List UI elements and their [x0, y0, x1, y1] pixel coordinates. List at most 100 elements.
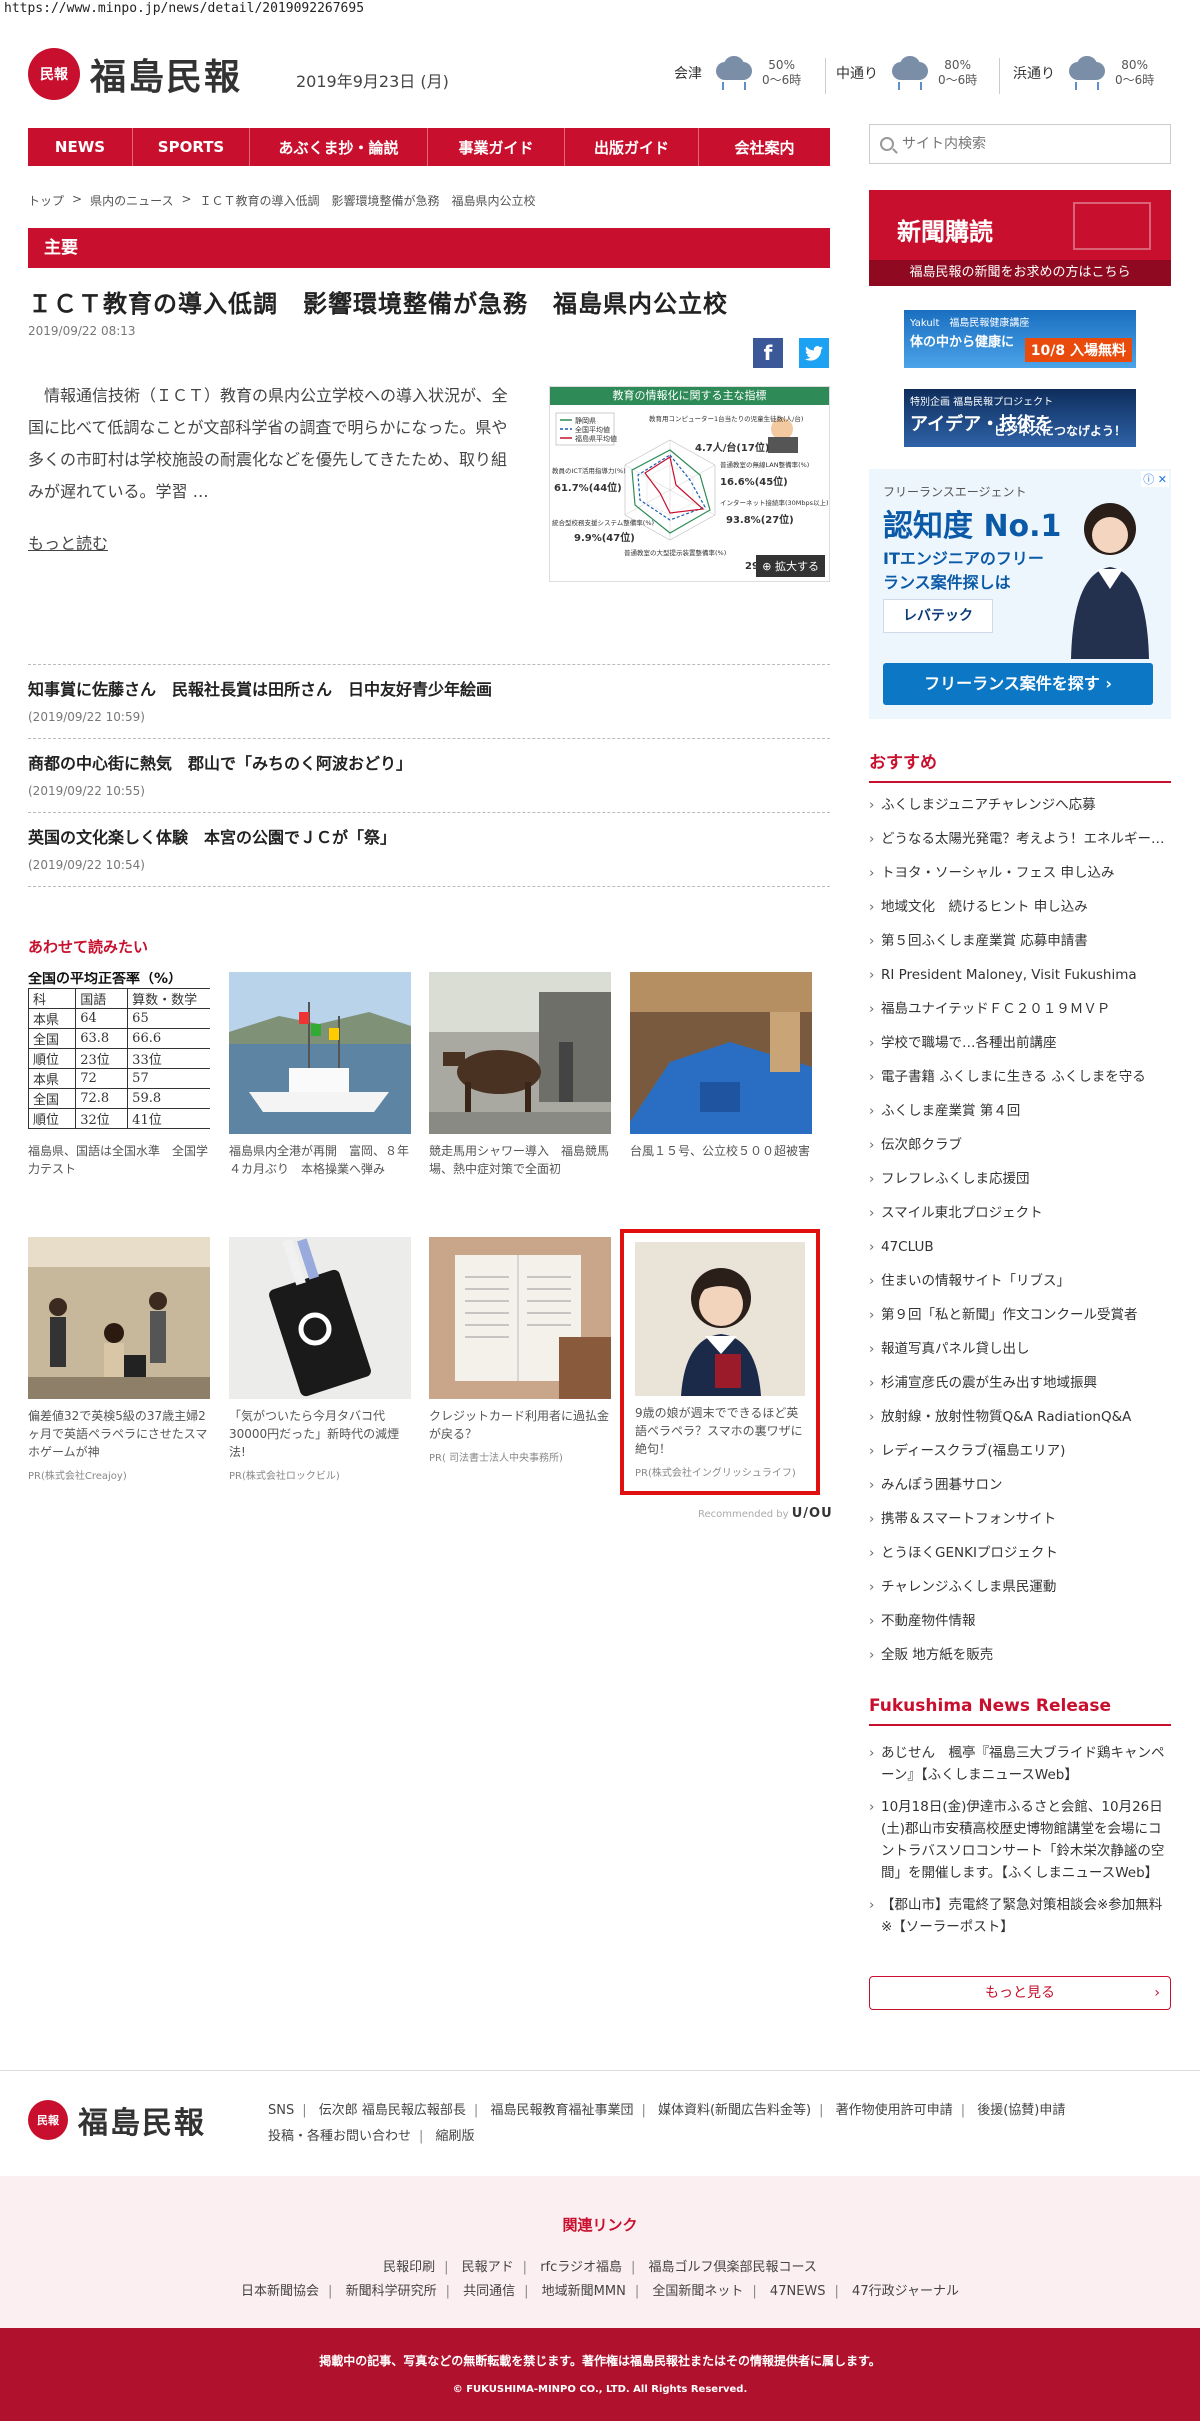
score-table-cell: 32位: [75, 1108, 129, 1129]
facebook-share-icon[interactable]: f: [753, 338, 783, 368]
related-card[interactable]: 福島県内全港が再開 富岡、８年４カ月ぶり 本格操業へ弾み: [229, 972, 411, 1178]
ad-card[interactable]: 「気がついたら今月タバコ代30000円だった」新時代の減煙法! PR(株式会社ロ…: [229, 1237, 411, 1482]
levtech-logo: レバテック: [883, 599, 993, 633]
section-heading: 主要: [28, 228, 830, 268]
recommend-item[interactable]: トヨタ・ソーシャル・フェス 申し込み: [869, 856, 1171, 890]
recommend-heading: おすすめ: [869, 748, 1171, 783]
footer-link[interactable]: 媒体資料(新聞広告料金等): [658, 2103, 811, 2118]
recommend-item[interactable]: 福島ユナイテッドＦＣ２０１９ＭＶＰ: [869, 992, 1171, 1026]
recommend-item[interactable]: 47CLUB: [869, 1230, 1171, 1264]
ad-card[interactable]: 9歳の娘が週末でできるほど英語ペラペラ？スマホの裏ワザに絶句！ PR(株式会社イ…: [635, 1242, 805, 1479]
recommend-item[interactable]: 報道写真パネル貸し出し: [869, 1332, 1171, 1366]
related-link[interactable]: 民報印刷: [383, 2260, 435, 2275]
site-logo[interactable]: 民報 福島民報: [28, 48, 242, 100]
recommend-item[interactable]: チャレンジふくしま県民運動: [869, 1570, 1171, 1604]
related-link[interactable]: 民報アド: [462, 2260, 514, 2275]
enlarge-button[interactable]: ⊕ 拡大する: [756, 555, 825, 577]
ad-card[interactable]: 偏差値32で英検5級の37歳主婦2ヶ月で英語ペラペラにさせたスマホゲームが神 P…: [28, 1237, 210, 1482]
footer-link[interactable]: SNS: [268, 2103, 294, 2118]
release-item[interactable]: 10月18日(金)伊達市ふるさと会館、10月26日(土)郡山市安積高校歴史博物館…: [869, 1796, 1171, 1884]
news-item[interactable]: 知事賞に佐藤さん 民報社長賞は田所さん 日中友好青少年絵画 (2019/09/2…: [28, 676, 830, 724]
recommend-item[interactable]: どうなる太陽光発電？考えよう！エネルギー…: [869, 822, 1171, 856]
related-link[interactable]: 47行政ジャーナル: [852, 2284, 959, 2299]
recommend-item[interactable]: ふくしま産業賞 第４回: [869, 1094, 1171, 1128]
breadcrumb: トップ > 県内のニュース > ＩＣＴ教育の導入低調 影響環境整備が急務 福島県…: [28, 192, 536, 209]
twitter-share-icon[interactable]: [799, 338, 829, 368]
related-link[interactable]: rfcラジオ福島: [540, 2260, 622, 2275]
score-table-cell: 65: [127, 1008, 210, 1029]
recommend-item[interactable]: 杉浦宣彦氏の震が生み出す地域振興: [869, 1366, 1171, 1400]
freelance-ad[interactable]: ⓘ ✕ フリーランスエージェント 認知度 No.1 ITエンジニアのフリーランス…: [869, 469, 1171, 719]
related-link[interactable]: 全国新聞ネット: [652, 2284, 743, 2299]
related-link[interactable]: 新聞科学研究所: [346, 2284, 437, 2299]
weather-nakadori[interactable]: 中通り 80% 0〜6時: [836, 56, 977, 90]
figure-value: 4.7人/台(17位): [695, 441, 769, 454]
footer-logo[interactable]: 民報 福島民報: [28, 2098, 206, 2142]
recommend-item[interactable]: レディースクラブ(福島エリア): [869, 1434, 1171, 1468]
footer-link[interactable]: 後援(協賛)申請: [977, 2103, 1065, 2118]
news-item[interactable]: 商都の中心街に熱気 郡山で「みちのく阿波おどり」 (2019/09/22 10:…: [28, 750, 830, 798]
ad-card[interactable]: クレジットカード利用者に過払金が戻る？ PR( 司法書士法人中央事務所): [429, 1237, 611, 1464]
news-item[interactable]: 英国の文化楽しく体験 本宮の公園でＪＣが「祭」 (2019/09/22 10:5…: [28, 824, 830, 872]
related-card[interactable]: 全国の平均正答率（%） 科国語 算数・数学 本県 64 65 全国 63.8 66.6 順位 23…: [28, 972, 210, 1178]
ad-close-icon[interactable]: ⓘ ✕: [1141, 471, 1169, 487]
recommend-item[interactable]: 電子書籍 ふくしまに生きる ふくしまを守る: [869, 1060, 1171, 1094]
recommend-item[interactable]: ふくしまジュニアチャレンジへ応募: [869, 788, 1171, 822]
footer-link[interactable]: 著作物使用許可申請: [836, 2103, 953, 2118]
recommend-item[interactable]: 全販 地方紙を販売: [869, 1638, 1171, 1672]
score-table-cell: 72: [75, 1068, 129, 1089]
recommend-item[interactable]: 放射線・放射性物質Q&A RadiationQ&A: [869, 1400, 1171, 1434]
footer-link[interactable]: 福島民報教育福祉事業団: [490, 2103, 633, 2118]
recommend-item[interactable]: 地域文化 続けるヒント 申し込み: [869, 890, 1171, 924]
related-link[interactable]: 地域新聞MMN: [542, 2284, 626, 2299]
card-image: 全国の平均正答率（%） 科国語 算数・数学 本県 64 65 全国 63.8 66.6 順位 23…: [28, 972, 210, 1134]
footer-link[interactable]: 縮刷版: [436, 2129, 475, 2144]
breadcrumb-top[interactable]: トップ: [28, 192, 64, 209]
nav-publishing-guide[interactable]: 出版ガイド: [565, 128, 699, 166]
breadcrumb-local-news[interactable]: 県内のニュース: [90, 192, 173, 209]
related-link[interactable]: 日本新聞協会: [241, 2284, 319, 2299]
recommend-item[interactable]: 第９回「私と新聞」作文コンクール受賞者: [869, 1298, 1171, 1332]
read-more-link[interactable]: もっと読む: [28, 530, 108, 554]
release-item[interactable]: あじせん 楓亭『福島三大ブライド鶏キャンペーン』【ふくしまニュースWeb】: [869, 1742, 1171, 1786]
recommend-item[interactable]: 伝次郎クラブ: [869, 1128, 1171, 1162]
card-image: [229, 972, 411, 1134]
recommend-item[interactable]: スマイル東北プロジェクト: [869, 1196, 1171, 1230]
related-link[interactable]: 47NEWS: [770, 2284, 826, 2299]
score-table-cell: 59.8: [127, 1088, 210, 1109]
footer-link[interactable]: 投稿・各種お問い合わせ: [268, 2129, 411, 2144]
also-read-heading: あわせて読みたい: [28, 938, 149, 956]
nav-abukuma[interactable]: あぶくま抄・論説: [250, 128, 428, 166]
health-lecture-banner[interactable]: Yakult 福島民報健康講座 体の中から健康に 10/8 入場無料: [904, 310, 1136, 368]
article-figure[interactable]: 教育の情報化に関する主な指標 静岡県 全国平均値 福島県平均値 教育用コンピュー…: [549, 386, 830, 582]
nav-sports[interactable]: SPORTS: [133, 128, 250, 166]
nav-business-guide[interactable]: 事業ガイド: [428, 128, 565, 166]
recommend-item[interactable]: 携帯＆スマートフォンサイト: [869, 1502, 1171, 1536]
related-link[interactable]: 共同通信: [463, 2284, 515, 2299]
recommend-item[interactable]: フレフレふくしま応援団: [869, 1162, 1171, 1196]
recommend-item[interactable]: とうほくGENKIプロジェクト: [869, 1536, 1171, 1570]
nav-news[interactable]: NEWS: [28, 128, 133, 166]
subscribe-banner[interactable]: 新聞購読 福島民報の新聞をお求めの方はこちら: [869, 190, 1171, 286]
nav-company[interactable]: 会社案内: [699, 128, 830, 166]
see-more-button[interactable]: もっと見る ›: [869, 1976, 1171, 2010]
recommend-item[interactable]: RI President Maloney, Visit Fukushima: [869, 958, 1171, 992]
recommend-item[interactable]: みんぽう囲碁サロン: [869, 1468, 1171, 1502]
recommend-item[interactable]: 住まいの情報サイト「リブス」: [869, 1264, 1171, 1298]
figure-value: 93.8%(27位): [726, 513, 794, 526]
recommend-item[interactable]: 学校で職場で…各種出前講座: [869, 1026, 1171, 1060]
weather-hamadori[interactable]: 浜通り 80% 0〜6時: [1013, 56, 1154, 90]
find-freelance-button[interactable]: フリーランス案件を探す ›: [883, 663, 1153, 705]
release-item[interactable]: 【郡山市】売電終了緊急対策相談会※参加無料※【ソーラーポスト】: [869, 1894, 1171, 1938]
related-card[interactable]: 競走馬用シャワー導入 福島競馬場、熱中症対策で全面初: [429, 972, 611, 1178]
weather-aizu[interactable]: 会津 50% 0〜6時: [674, 56, 801, 90]
related-card[interactable]: 台風１５号、公立校５００超被害: [630, 972, 812, 1160]
ideas-technology-banner[interactable]: 特別企画 福島民報プロジェクト アイデア・技術を ビジネスにつなげよう！: [904, 389, 1136, 447]
recommend-item[interactable]: 不動産物件情報: [869, 1604, 1171, 1638]
footer-link[interactable]: 伝次郎 福島民報広報部長: [319, 2103, 466, 2118]
recommend-item[interactable]: 第５回ふくしま産業賞 応募申請書: [869, 924, 1171, 958]
rain-cloud-icon: [886, 56, 932, 90]
search-input[interactable]: [902, 136, 1152, 152]
related-link[interactable]: 福島ゴルフ倶楽部民報コース: [649, 2260, 817, 2275]
recommended-by[interactable]: Recommended by U/OU: [698, 1506, 833, 1521]
